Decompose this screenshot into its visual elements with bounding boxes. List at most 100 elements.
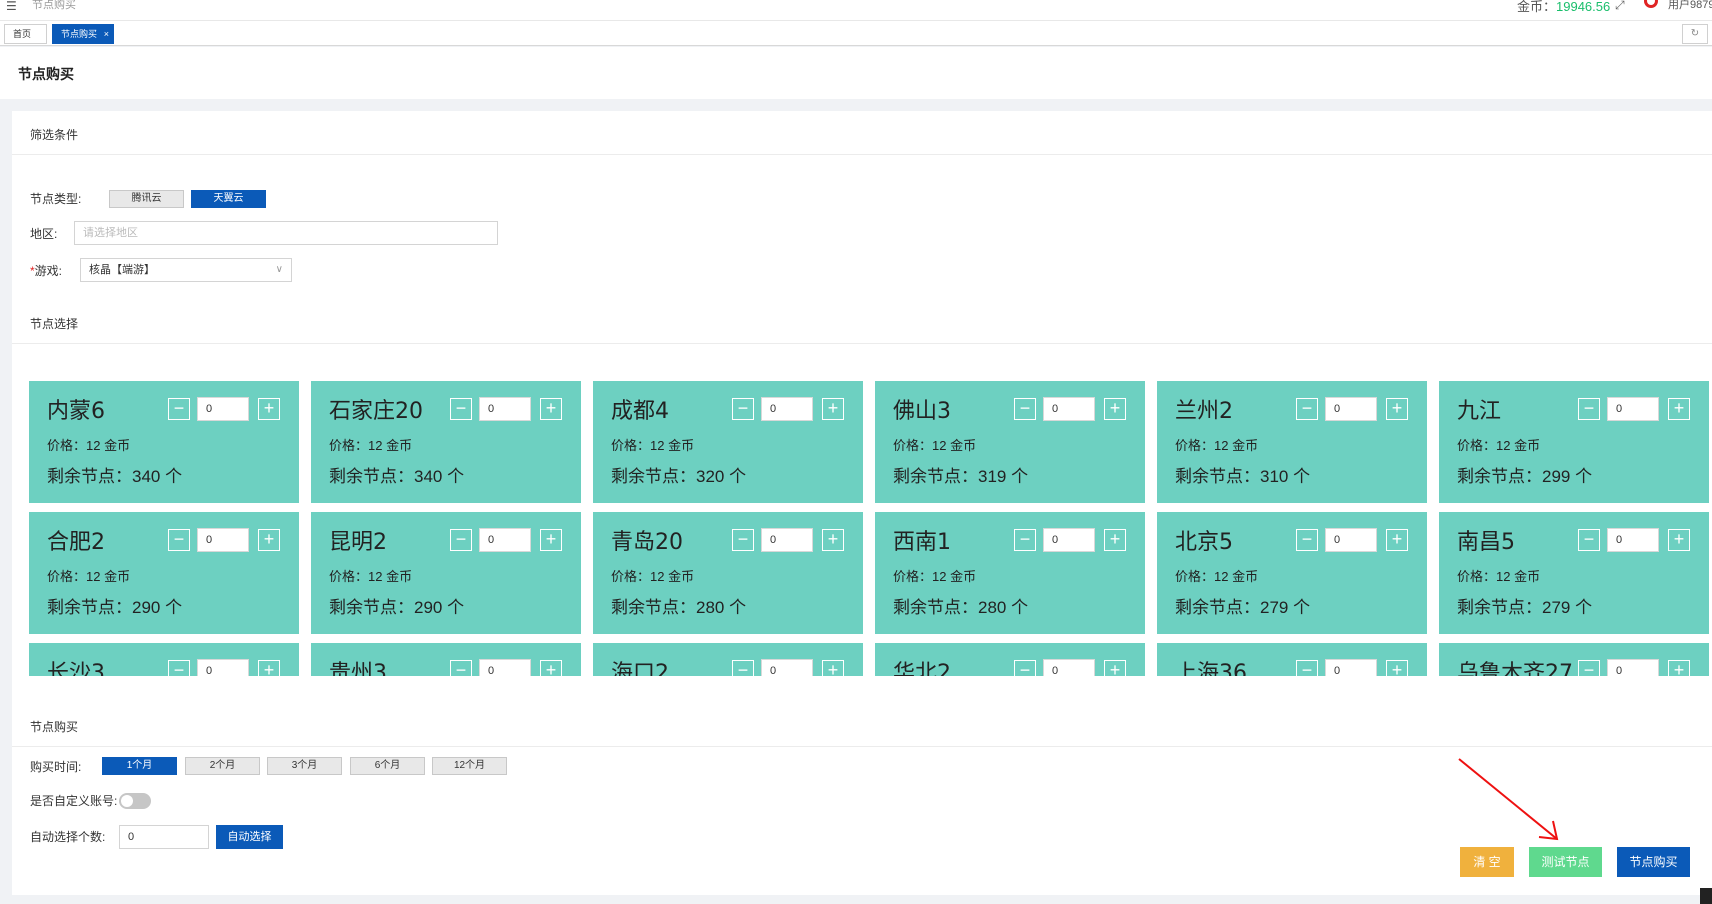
decrement-button[interactable]: − (450, 660, 472, 676)
region-select[interactable]: 请选择地区 (74, 221, 498, 245)
node-remaining: 剩余节点：340 个 (47, 462, 182, 487)
node-card[interactable]: 合肥2 −0 + 价格：12 金币 剩余节点：290 个 (29, 512, 299, 634)
decrement-button[interactable]: − (732, 660, 754, 676)
quantity-input[interactable]: 0 (1607, 397, 1659, 421)
node-card[interactable]: 长沙3−0+价格：12 金币 (29, 643, 299, 676)
custom-account-toggle[interactable] (119, 793, 151, 809)
buy-node-button[interactable]: 节点购买 (1617, 847, 1690, 877)
increment-button[interactable]: + (258, 529, 280, 551)
increment-button[interactable]: + (1386, 398, 1408, 420)
increment-button[interactable]: + (1668, 660, 1690, 676)
auto-select-button[interactable]: 自动选择 (216, 825, 283, 849)
decrement-button[interactable]: − (168, 529, 190, 551)
node-card[interactable]: 石家庄20 −0 + 价格：12 金币 剩余节点：340 个 (311, 381, 581, 503)
decrement-button[interactable]: − (1014, 529, 1036, 551)
node-card[interactable]: 上海36−0+价格：12 金币 (1157, 643, 1427, 676)
node-card[interactable]: 青岛20 −0 + 价格：12 金币 剩余节点：280 个 (593, 512, 863, 634)
node-card[interactable]: 南昌5 −0 + 价格：12 金币 剩余节点：279 个 (1439, 512, 1709, 634)
user-name[interactable]: 用户9879 (1668, 0, 1712, 12)
fullscreen-icon[interactable]: ⤢ (1615, 0, 1625, 13)
quantity-input[interactable]: 0 (1043, 659, 1095, 676)
increment-button[interactable]: + (1104, 398, 1126, 420)
decrement-button[interactable]: − (1578, 529, 1600, 551)
quantity-input[interactable]: 0 (479, 659, 531, 676)
node-card[interactable]: 贵州3−0+价格：12 金币 (311, 643, 581, 676)
node-type-tianyi[interactable]: 天翼云 (191, 190, 266, 208)
quantity-input[interactable]: 0 (761, 397, 813, 421)
decrement-button[interactable]: − (1578, 398, 1600, 420)
decrement-button[interactable]: − (168, 660, 190, 676)
node-card[interactable]: 昆明2 −0 + 价格：12 金币 剩余节点：290 个 (311, 512, 581, 634)
remain-value: 290 个 (132, 598, 183, 617)
node-card[interactable]: 内蒙6 −0 + 价格：12 金币 剩余节点：340 个 (29, 381, 299, 503)
decrement-button[interactable]: − (1014, 398, 1036, 420)
duration-12-months[interactable]: 12个月 (432, 757, 507, 775)
auto-count-input[interactable]: 0 (119, 825, 209, 849)
decrement-button[interactable]: − (450, 529, 472, 551)
quantity-input[interactable]: 0 (479, 397, 531, 421)
duration-3-months[interactable]: 3个月 (267, 757, 342, 775)
menu-icon[interactable]: ☰ (6, 0, 17, 12)
refresh-icon[interactable]: ↻ (1682, 24, 1708, 44)
quantity-input[interactable]: 0 (197, 659, 249, 676)
node-card[interactable]: 成都4 −0 + 价格：12 金币 剩余节点：320 个 (593, 381, 863, 503)
duration-2-months[interactable]: 2个月 (185, 757, 260, 775)
quantity-input[interactable]: 0 (1607, 659, 1659, 676)
quantity-input[interactable]: 0 (761, 659, 813, 676)
decrement-button[interactable]: − (1578, 660, 1600, 676)
quantity-input[interactable]: 0 (1607, 528, 1659, 552)
increment-button[interactable]: + (540, 398, 562, 420)
node-card[interactable]: 兰州2 −0 + 价格：12 金币 剩余节点：310 个 (1157, 381, 1427, 503)
increment-button[interactable]: + (1104, 660, 1126, 676)
node-card[interactable]: 九江 −0 + 价格：12 金币 剩余节点：299 个 (1439, 381, 1709, 503)
quantity-input[interactable]: 0 (479, 528, 531, 552)
increment-button[interactable]: + (822, 660, 844, 676)
quantity-input[interactable]: 0 (1325, 659, 1377, 676)
decrement-button[interactable]: − (450, 398, 472, 420)
increment-button[interactable]: + (822, 398, 844, 420)
quantity-input[interactable]: 0 (1325, 528, 1377, 552)
tab-home[interactable]: 首页 (4, 24, 47, 44)
increment-button[interactable]: + (1668, 529, 1690, 551)
increment-button[interactable]: + (258, 398, 280, 420)
increment-button[interactable]: + (1104, 529, 1126, 551)
duration-6-months[interactable]: 6个月 (350, 757, 425, 775)
node-card[interactable]: 华北2−0+价格：12 金币 (875, 643, 1145, 676)
close-icon[interactable]: × (104, 25, 109, 43)
clear-button[interactable]: 清 空 (1460, 847, 1514, 877)
game-select[interactable]: 核晶【端游】 ∨ (80, 258, 292, 282)
increment-button[interactable]: + (540, 660, 562, 676)
node-card[interactable]: 西南1 −0 + 价格：12 金币 剩余节点：280 个 (875, 512, 1145, 634)
node-card[interactable]: 海口2−0+价格：12 金币 (593, 643, 863, 676)
test-node-button[interactable]: 测试节点 (1529, 847, 1602, 877)
decrement-button[interactable]: − (1296, 529, 1318, 551)
quantity-input[interactable]: 0 (1325, 397, 1377, 421)
decrement-button[interactable]: − (1296, 398, 1318, 420)
quantity-input[interactable]: 0 (761, 528, 813, 552)
increment-button[interactable]: + (1386, 660, 1408, 676)
quantity-input[interactable]: 0 (197, 528, 249, 552)
decrement-button[interactable]: − (732, 398, 754, 420)
quantity-input[interactable]: 0 (1043, 397, 1095, 421)
custom-account-label: 是否自定义账号: (30, 794, 118, 808)
increment-button[interactable]: + (258, 660, 280, 676)
increment-button[interactable]: + (822, 529, 844, 551)
quantity-input[interactable]: 0 (1043, 528, 1095, 552)
node-name: 内蒙6 (47, 399, 105, 424)
increment-button[interactable]: + (1386, 529, 1408, 551)
tab-node-purchase[interactable]: 节点购买 × (52, 24, 114, 44)
increment-button[interactable]: + (1668, 398, 1690, 420)
node-card[interactable]: 乌鲁木齐27−0+价格：12 金币 (1439, 643, 1709, 676)
node-type-tencent[interactable]: 腾讯云 (109, 190, 184, 208)
duration-1-month[interactable]: 1个月 (102, 757, 177, 775)
quantity-input[interactable]: 0 (197, 397, 249, 421)
decrement-button[interactable]: − (168, 398, 190, 420)
node-price: 价格：12 金币 (1175, 435, 1258, 454)
decrement-button[interactable]: − (1014, 660, 1036, 676)
node-card[interactable]: 北京5 −0 + 价格：12 金币 剩余节点：279 个 (1157, 512, 1427, 634)
decrement-button[interactable]: − (732, 529, 754, 551)
node-card[interactable]: 佛山3 −0 + 价格：12 金币 剩余节点：319 个 (875, 381, 1145, 503)
decrement-button[interactable]: − (1296, 660, 1318, 676)
increment-button[interactable]: + (540, 529, 562, 551)
avatar[interactable] (1644, 0, 1658, 8)
